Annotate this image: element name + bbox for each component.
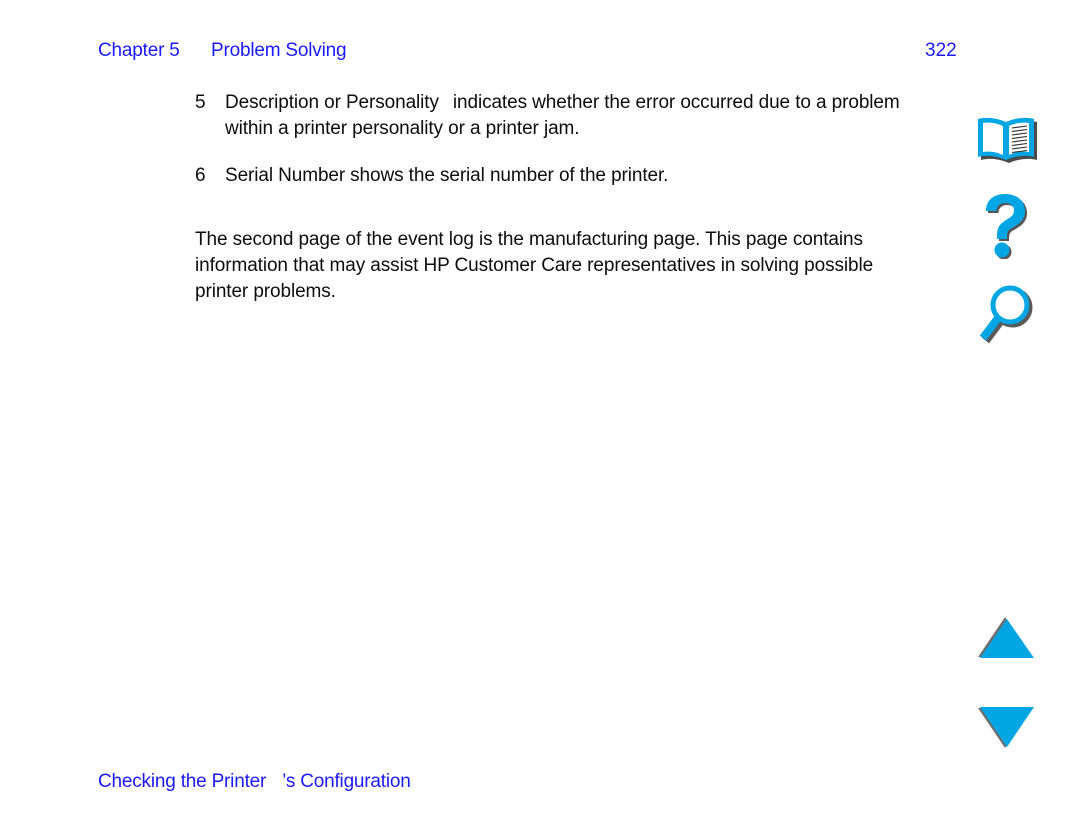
list-item-number: 6 (195, 165, 206, 186)
book-icon (971, 112, 1043, 169)
list-item-term: Description or Personality (225, 92, 439, 113)
triangle-up-icon (977, 616, 1037, 665)
list-item: 6 Serial Number shows the serial number o… (195, 163, 915, 189)
next-page-button[interactable] (965, 695, 1049, 765)
triangle-down-icon (977, 706, 1037, 755)
list-item-text: Description or Personality indicates whet… (225, 90, 915, 142)
list-item-text: Serial Number shows the serial number of … (225, 163, 915, 189)
toc-button[interactable] (965, 105, 1049, 175)
search-button[interactable] (965, 283, 1049, 353)
footer-link[interactable]: Checking the Printer ’s Configuration (98, 771, 411, 793)
question-mark-icon (978, 193, 1036, 264)
list-item-body: shows the serial number of the printer. (350, 165, 669, 186)
help-button[interactable] (965, 193, 1049, 263)
navigation-rail (950, 0, 1080, 834)
list-item-number: 5 (195, 92, 206, 113)
list-item: 5 Description or Personality indicates wh… (195, 90, 915, 142)
magnifier-icon (977, 285, 1037, 352)
body-paragraph: The second page of the event log is the … (195, 229, 874, 302)
previous-page-button[interactable] (965, 605, 1049, 675)
list-item-term: Serial Number (225, 165, 346, 186)
footer-link-part-1: Checking the Printer (98, 771, 267, 792)
footer-link-part-2: ’s Configuration (282, 771, 411, 792)
content-area: 5 Description or Personality indicates wh… (0, 0, 940, 834)
